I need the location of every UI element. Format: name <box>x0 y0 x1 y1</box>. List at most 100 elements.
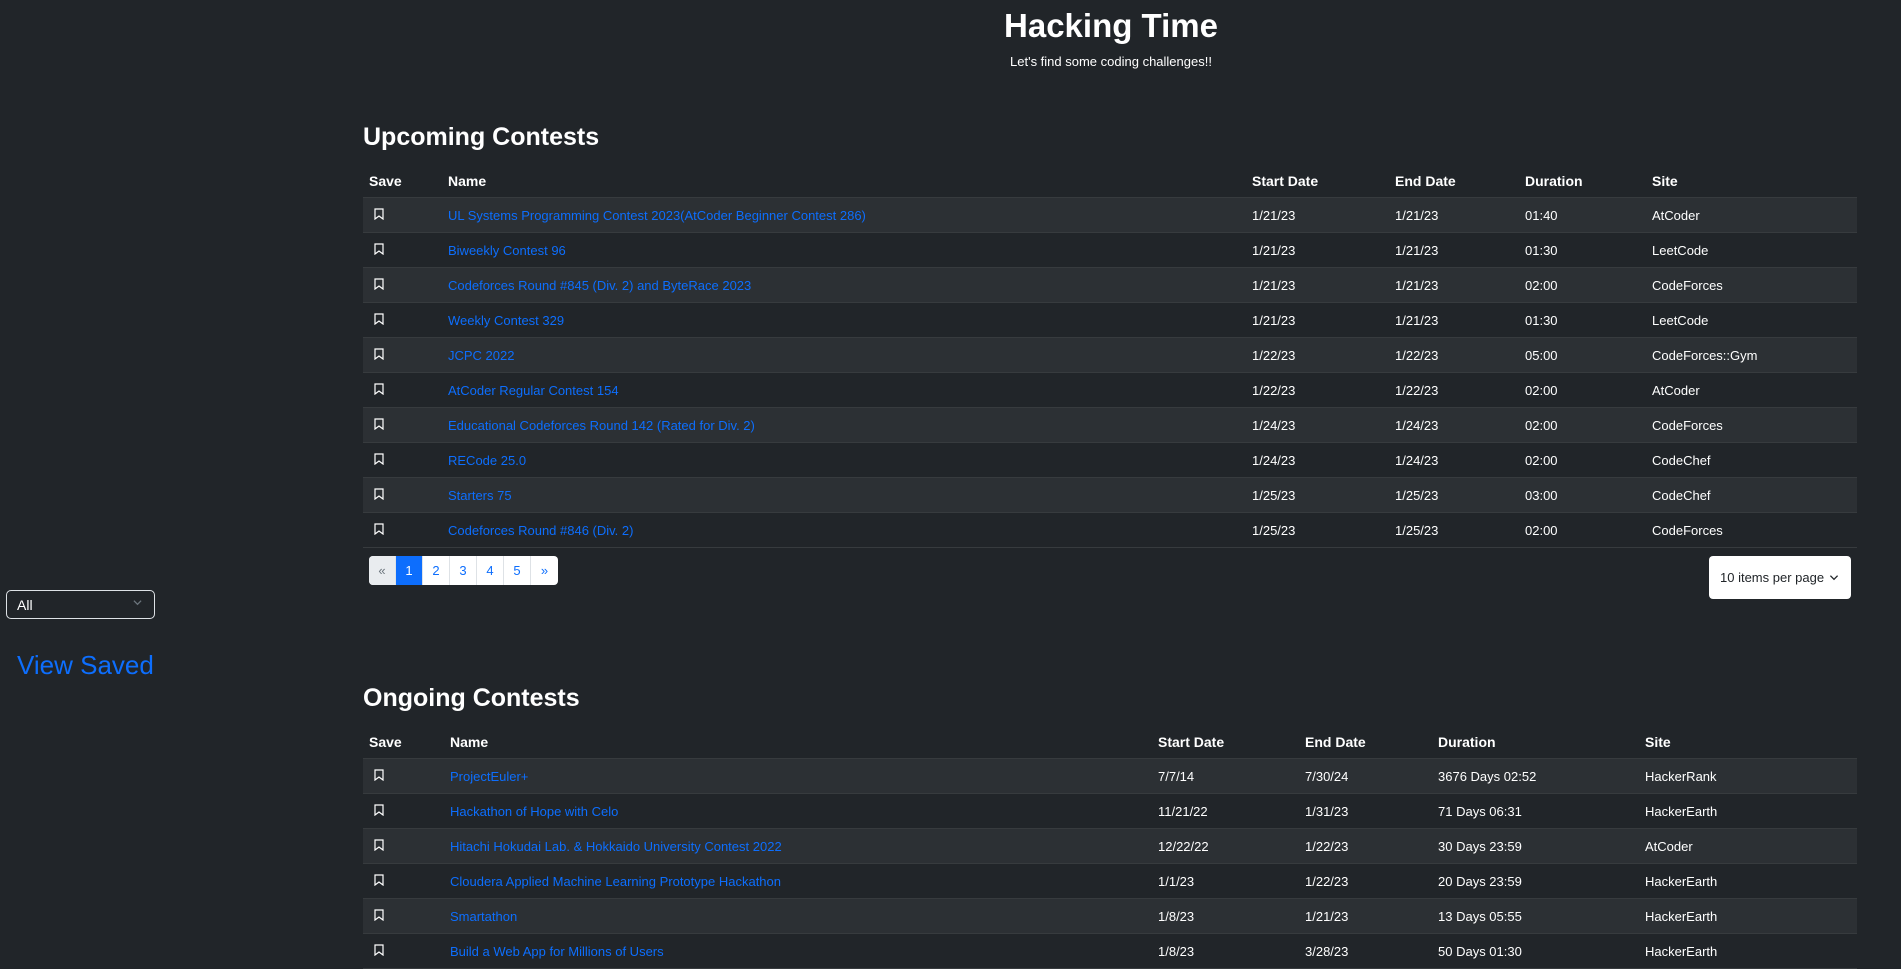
name-cell: Build a Web App for Millions of Users <box>444 933 1152 969</box>
save-cell <box>363 477 442 513</box>
contest-link[interactable]: ProjectEuler+ <box>450 769 528 784</box>
start-date-cell: 1/1/23 <box>1152 863 1299 899</box>
save-cell <box>363 512 442 548</box>
contest-link[interactable]: Hackathon of Hope with Celo <box>450 804 618 819</box>
bookmark-icon[interactable] <box>369 277 384 290</box>
table-row: Hitachi Hokudai Lab. & Hokkaido Universi… <box>363 828 1857 864</box>
contest-link[interactable]: UL Systems Programming Contest 2023(AtCo… <box>448 208 866 223</box>
pagination-page[interactable]: 2 <box>423 556 450 585</box>
contest-link[interactable]: RECode 25.0 <box>448 453 526 468</box>
duration-cell: 20 Days 23:59 <box>1432 863 1639 899</box>
end-date-cell: 1/21/23 <box>1299 898 1432 934</box>
start-date-cell: 1/22/23 <box>1246 337 1389 373</box>
start-date-cell: 1/21/23 <box>1246 267 1389 303</box>
end-date-cell: 1/22/23 <box>1389 337 1519 373</box>
save-cell <box>363 407 442 443</box>
site-cell: CodeForces <box>1646 512 1857 548</box>
bookmark-icon[interactable] <box>369 873 384 886</box>
bookmark-icon[interactable] <box>369 522 384 535</box>
contest-link[interactable]: Weekly Contest 329 <box>448 313 564 328</box>
name-cell: AtCoder Regular Contest 154 <box>442 372 1246 408</box>
end-date-cell: 7/30/24 <box>1299 758 1432 794</box>
pagination-page[interactable]: 4 <box>477 556 504 585</box>
save-cell <box>363 828 444 864</box>
site-cell: HackerEarth <box>1639 933 1857 969</box>
save-cell <box>363 442 442 478</box>
bookmark-icon[interactable] <box>369 487 384 500</box>
duration-cell: 50 Days 01:30 <box>1432 933 1639 969</box>
contest-link[interactable]: Starters 75 <box>448 488 512 503</box>
name-cell: Cloudera Applied Machine Learning Protot… <box>444 863 1152 899</box>
table-row: UL Systems Programming Contest 2023(AtCo… <box>363 197 1857 233</box>
contest-link[interactable]: Biweekly Contest 96 <box>448 243 566 258</box>
name-cell: RECode 25.0 <box>442 442 1246 478</box>
table-row: Weekly Contest 329 1/21/23 1/21/23 01:30 Lee… <box>363 302 1857 338</box>
site-cell: AtCoder <box>1646 197 1857 233</box>
pagination-page[interactable]: 1 <box>396 556 423 585</box>
contest-link[interactable]: AtCoder Regular Contest 154 <box>448 383 619 398</box>
column-header-duration: Duration <box>1519 165 1646 198</box>
items-per-page-select[interactable]: 10 items per page <box>1709 556 1851 599</box>
save-cell <box>363 302 442 338</box>
name-cell: Smartathon <box>444 898 1152 934</box>
contest-link[interactable]: Smartathon <box>450 909 517 924</box>
column-header-site: Site <box>1646 165 1857 198</box>
end-date-cell: 1/24/23 <box>1389 442 1519 478</box>
pagination-page[interactable]: 5 <box>504 556 531 585</box>
chevron-down-icon <box>1829 575 1839 581</box>
chevron-down-icon <box>133 600 142 606</box>
bookmark-icon[interactable] <box>369 908 384 921</box>
start-date-cell: 11/21/22 <box>1152 793 1299 829</box>
table-row: Cloudera Applied Machine Learning Protot… <box>363 863 1857 899</box>
contest-link[interactable]: Cloudera Applied Machine Learning Protot… <box>450 874 781 889</box>
save-cell <box>363 898 444 934</box>
page-subtitle: Let's find some coding challenges!! <box>1010 54 1212 69</box>
bookmark-icon[interactable] <box>369 803 384 816</box>
bookmark-icon[interactable] <box>369 242 384 255</box>
site-cell: HackerRank <box>1639 758 1857 794</box>
save-cell <box>363 758 444 794</box>
contest-link[interactable]: Codeforces Round #845 (Div. 2) and ByteR… <box>448 278 751 293</box>
bookmark-icon[interactable] <box>369 347 384 360</box>
column-header-duration: Duration <box>1432 726 1639 759</box>
bookmark-icon[interactable] <box>369 382 384 395</box>
duration-cell: 01:30 <box>1519 302 1646 338</box>
save-cell <box>363 793 444 829</box>
contest-link[interactable]: Educational Codeforces Round 142 (Rated … <box>448 418 755 433</box>
bookmark-icon[interactable] <box>369 768 384 781</box>
name-cell: Educational Codeforces Round 142 (Rated … <box>442 407 1246 443</box>
contest-link[interactable]: Build a Web App for Millions of Users <box>450 944 664 959</box>
save-cell <box>363 863 444 899</box>
contest-link[interactable]: Hitachi Hokudai Lab. & Hokkaido Universi… <box>450 839 782 854</box>
pagination-next[interactable]: » <box>531 556 558 585</box>
end-date-cell: 3/28/23 <box>1299 933 1432 969</box>
bookmark-icon[interactable] <box>369 452 384 465</box>
column-header-name: Name <box>442 165 1246 198</box>
table-row: Build a Web App for Millions of Users 1/8… <box>363 933 1857 969</box>
duration-cell: 02:00 <box>1519 512 1646 548</box>
start-date-cell: 1/8/23 <box>1152 933 1299 969</box>
save-cell <box>363 337 442 373</box>
view-saved-link[interactable]: View Saved <box>17 648 154 682</box>
site-cell: CodeForces <box>1646 407 1857 443</box>
site-cell: CodeForces <box>1646 267 1857 303</box>
bookmark-icon[interactable] <box>369 417 384 430</box>
start-date-cell: 1/24/23 <box>1246 442 1389 478</box>
bookmark-icon[interactable] <box>369 943 384 956</box>
duration-cell: 71 Days 06:31 <box>1432 793 1639 829</box>
ongoing-contests-table: Save Name Start Date End Date Duration Site P… <box>363 726 1857 969</box>
end-date-cell: 1/21/23 <box>1389 197 1519 233</box>
contest-link[interactable]: Codeforces Round #846 (Div. 2) <box>448 523 633 538</box>
bookmark-icon[interactable] <box>369 207 384 220</box>
column-header-site: Site <box>1639 726 1857 759</box>
pagination-page[interactable]: 3 <box>450 556 477 585</box>
page-header: Hacking Time Let's find some coding chal… <box>0 6 1901 70</box>
contest-link[interactable]: JCPC 2022 <box>448 348 514 363</box>
table-row: Educational Codeforces Round 142 (Rated … <box>363 407 1857 443</box>
ongoing-contests-section: Ongoing Contests Save Name Start Date End D… <box>363 682 1857 969</box>
bookmark-icon[interactable] <box>369 838 384 851</box>
bookmark-icon[interactable] <box>369 312 384 325</box>
site-cell: CodeChef <box>1646 442 1857 478</box>
start-date-cell: 1/21/23 <box>1246 197 1389 233</box>
site-filter-select[interactable]: All <box>6 590 155 619</box>
